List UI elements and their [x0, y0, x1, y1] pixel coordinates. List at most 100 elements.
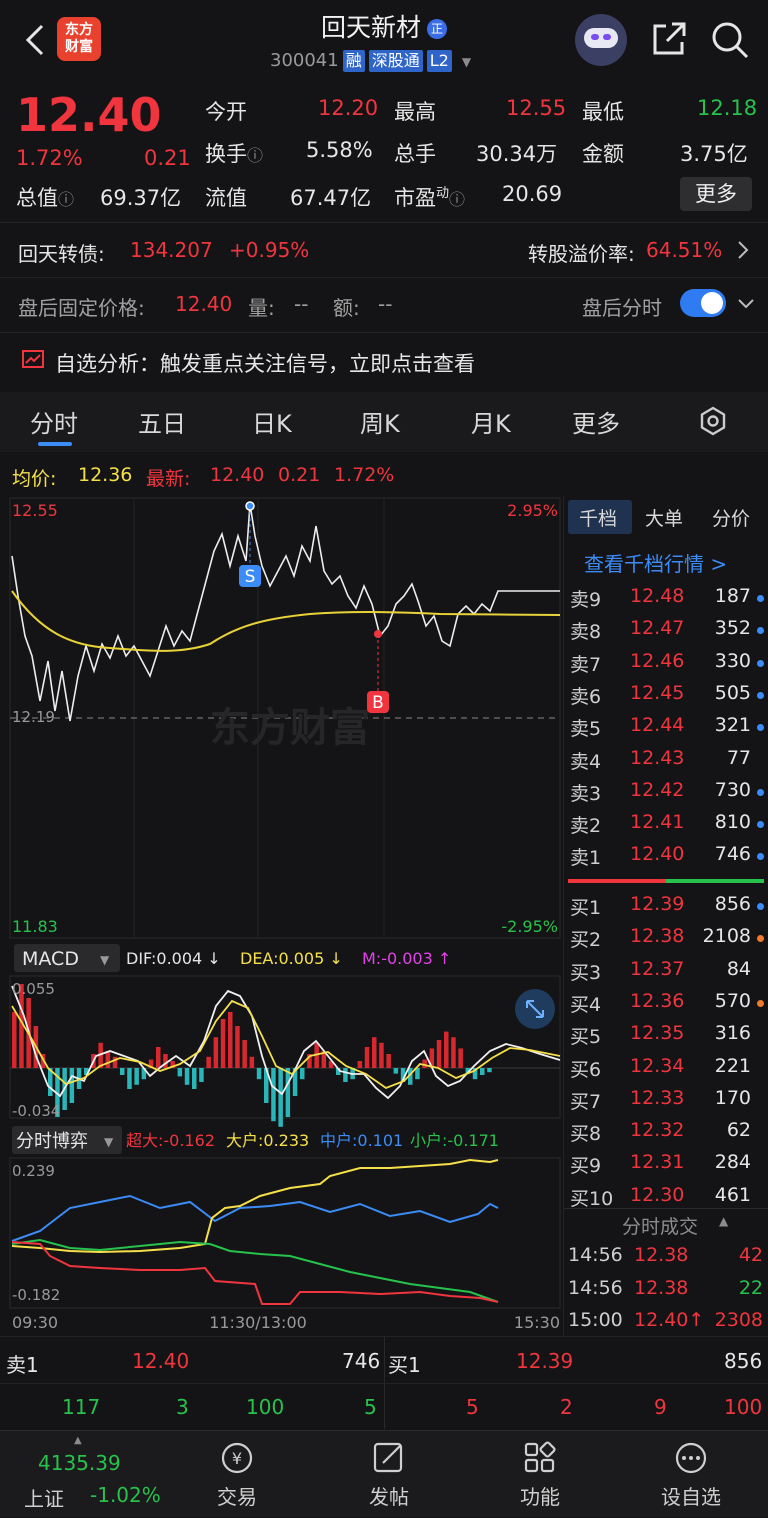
assistant-avatar-icon[interactable] — [575, 14, 627, 66]
after-hours-toggle[interactable] — [680, 289, 726, 317]
bid-volume: 284 — [714, 1151, 751, 1174]
bid-row: 买4 12.36 570 — [564, 986, 768, 1018]
tab-large-orders[interactable]: 大单 — [645, 504, 683, 531]
price-info-line: 均价: 12.36 最新: 12.40 0.21 1.72% — [0, 458, 560, 494]
more-dots-icon[interactable] — [674, 1441, 708, 1475]
active-tab-indicator — [38, 442, 72, 446]
depth-link[interactable]: 查看千档行情 > — [584, 548, 727, 577]
stock-code: 300041 — [270, 50, 339, 71]
turnover-label: 换手ⓘ — [205, 142, 264, 166]
bond-change: +0.95% — [229, 238, 310, 262]
bid-row: 买9 12.31 284 — [564, 1147, 768, 1179]
ask-level: 卖2 — [570, 815, 602, 838]
dea-value: DEA:0.005 ↓ — [240, 949, 343, 968]
ask-row: 卖6 12.45 505 — [564, 678, 768, 710]
bond-price: 134.207 — [130, 238, 213, 262]
ask-volume: 321 — [714, 714, 751, 737]
trade-icon[interactable]: ¥ — [220, 1441, 254, 1475]
bid-volume: 62 — [726, 1119, 751, 1142]
chevron-down-icon[interactable] — [737, 298, 755, 310]
macd-bar — [127, 1068, 132, 1089]
info-icon[interactable]: ⓘ — [247, 146, 263, 165]
macd-min-label: -0.034 — [12, 1102, 60, 1120]
macd-bar — [285, 1068, 291, 1117]
convertible-bond-row[interactable]: 回天转债: 134.207 +0.95% 转股溢价率: 64.51% — [0, 224, 768, 276]
order-dot-icon — [757, 595, 764, 602]
ask-volume: 187 — [714, 585, 751, 607]
stock-name: 回天新材 — [320, 13, 421, 42]
macd-bar — [177, 1068, 183, 1077]
y-mid-label: 12.19 — [12, 708, 55, 726]
trades-label[interactable]: 分时成交 — [622, 1212, 698, 1239]
index-widget[interactable]: ▲ 4135.39 上证 -1.02% — [0, 1431, 161, 1518]
bid-level: 买7 — [570, 1090, 602, 1113]
latest-pct: 1.72% — [334, 464, 395, 486]
bid-volume: 170 — [714, 1086, 751, 1109]
info-icon[interactable]: ⓘ — [58, 190, 74, 209]
tab-monthly-k[interactable]: 月K — [471, 404, 511, 439]
trade-row: 14:56 12.38 42 — [564, 1240, 768, 1272]
info-icon[interactable]: ⓘ — [449, 190, 465, 209]
last-price: 12.40 — [16, 88, 162, 142]
order-dot-icon — [757, 999, 764, 1007]
bid-level: 买10 — [570, 1187, 614, 1210]
pct-min-label: -2.95% — [501, 917, 558, 936]
top-bar: 东方财富 回天新材正 300041 融深股通 L2 ▼ — [0, 0, 768, 82]
tab-price-dist[interactable]: 分价 — [712, 504, 750, 531]
tab-five-day[interactable]: 五日 — [138, 404, 186, 439]
ask1-price: 12.40 — [132, 1349, 190, 1373]
bid1-label: 买1 — [388, 1353, 421, 1377]
nav-trade[interactable]: 交易 — [197, 1481, 277, 1510]
avg-price-line — [11, 590, 561, 652]
tab-weekly-k[interactable]: 周K — [360, 404, 400, 439]
bid-queue-item: 2 — [560, 1395, 573, 1419]
signal-banner[interactable]: 自选分析：触发重点关注信号，立即点击查看 — [0, 334, 768, 390]
change-amount: 0.21 — [144, 146, 191, 170]
large-flow: 大户:0.233 — [226, 1131, 309, 1150]
pct-max-label: 2.95% — [507, 501, 558, 520]
share-icon[interactable] — [650, 20, 688, 58]
bid-level: 买1 — [570, 897, 602, 919]
ask-row: 卖4 12.43 77 — [564, 743, 768, 775]
macd-bar — [12, 1012, 17, 1068]
dropdown-icon[interactable]: ▼ — [462, 55, 471, 69]
ask-level: 卖4 — [570, 750, 602, 773]
bid-row: 买8 12.32 62 — [564, 1115, 768, 1147]
nav-post[interactable]: 发帖 — [349, 1481, 429, 1510]
macd-bar — [220, 1019, 226, 1068]
avg-value: 12.36 — [78, 464, 133, 486]
trade-volume: 42 — [738, 1244, 763, 1266]
watermark: 东方财富 — [210, 705, 370, 751]
bid-row: 买7 12.33 170 — [564, 1083, 768, 1115]
macd-bar — [184, 1068, 190, 1085]
tab-depth[interactable]: 千档 — [579, 504, 617, 531]
ask-row: 卖1 12.40 746 — [564, 839, 768, 871]
tab-intraday[interactable]: 分时 — [30, 404, 78, 439]
tab-more[interactable]: 更多 — [572, 404, 620, 439]
nav-functions[interactable]: 功能 — [500, 1481, 580, 1510]
ask-row: 卖8 12.47 352 — [564, 613, 768, 645]
mid-flow-line — [11, 1194, 499, 1242]
ah-amount-label: 额: — [333, 296, 360, 320]
post-icon[interactable] — [372, 1441, 406, 1475]
amount-label: 金额 — [582, 142, 624, 166]
macd-bar — [444, 1031, 449, 1068]
bid-price: 12.39 — [630, 893, 685, 915]
intraday-chart[interactable]: 东方财富 S B 12.55 12.19 11.83 2.95% -2.95% … — [0, 496, 562, 1336]
functions-icon[interactable] — [523, 1441, 557, 1475]
bid-price: 12.32 — [630, 1119, 685, 1142]
more-button[interactable]: 更多 — [680, 177, 752, 211]
dif-value: DIF:0.004 ↓ — [126, 949, 221, 968]
bid-price: 12.33 — [630, 1086, 685, 1109]
latest-change: 0.21 — [278, 464, 321, 486]
open-value: 12.20 — [318, 96, 379, 120]
bid-level: 买5 — [570, 1026, 602, 1049]
high-value: 12.55 — [506, 96, 567, 120]
signal-text: 自选分析：触发重点关注信号，立即点击查看 — [55, 352, 475, 376]
settings-gear-icon[interactable] — [698, 406, 728, 436]
search-icon[interactable] — [710, 20, 750, 60]
nav-add-watchlist[interactable]: 设自选 — [651, 1481, 731, 1510]
macd-bar — [249, 1056, 255, 1068]
order-dot-icon — [757, 691, 764, 699]
tab-daily-k[interactable]: 日K — [252, 404, 292, 439]
